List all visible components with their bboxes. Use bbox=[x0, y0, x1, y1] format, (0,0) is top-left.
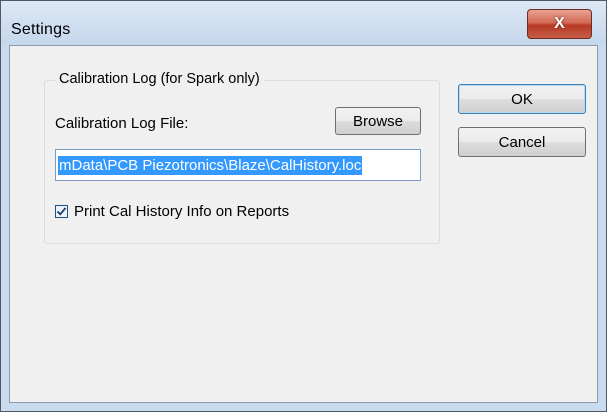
calibration-log-group: Calibration Log (for Spark only) Calibra… bbox=[44, 71, 440, 244]
cancel-button[interactable]: Cancel bbox=[458, 127, 586, 157]
close-button[interactable]: X bbox=[527, 9, 592, 39]
print-cal-history-label: Print Cal History Info on Reports bbox=[74, 203, 290, 220]
calibration-log-file-label: Calibration Log File: bbox=[55, 115, 189, 132]
print-cal-history-checkbox[interactable] bbox=[55, 205, 68, 218]
group-label: Calibration Log (for Spark only) bbox=[55, 71, 264, 87]
title-bar[interactable]: Settings X bbox=[1, 1, 606, 45]
ok-button[interactable]: OK bbox=[458, 84, 586, 114]
print-cal-history-row[interactable]: Print Cal History Info on Reports bbox=[55, 203, 289, 220]
close-icon: X bbox=[554, 15, 565, 32]
calibration-log-path-input[interactable]: mData\PCB Piezotronics\Blaze\CalHistory.… bbox=[55, 149, 421, 181]
checkmark-icon bbox=[56, 207, 67, 216]
window-title: Settings bbox=[11, 21, 71, 38]
settings-dialog: Settings X Calibration Log (for Spark on… bbox=[0, 0, 607, 412]
browse-button[interactable]: Browse bbox=[335, 107, 421, 135]
path-input-text: mData\PCB Piezotronics\Blaze\CalHistory.… bbox=[58, 156, 363, 175]
dialog-body: Calibration Log (for Spark only) Calibra… bbox=[9, 45, 598, 403]
